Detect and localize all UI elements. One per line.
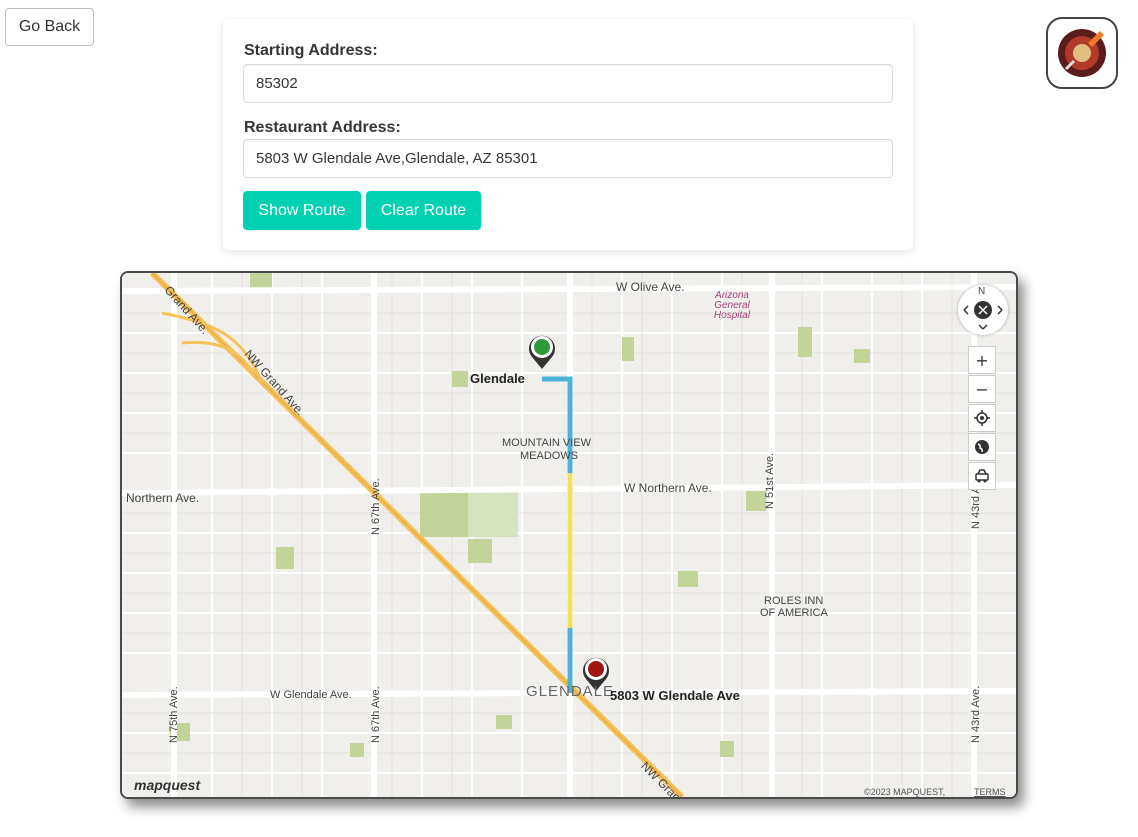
- map-style-button[interactable]: [968, 433, 996, 461]
- label-olive-ave: W Olive Ave.: [616, 280, 685, 294]
- clear-route-button[interactable]: Clear Route: [366, 191, 481, 230]
- label-mountain-view: MOUNTAIN VIEW: [502, 437, 592, 449]
- locate-button[interactable]: [968, 404, 996, 432]
- globe-icon: [975, 440, 989, 454]
- label-northern-ave-right: W Northern Ave.: [624, 481, 712, 495]
- restaurant-address-input[interactable]: 5803 W Glendale Ave,Glendale, AZ 85301: [243, 139, 893, 178]
- car-icon: [975, 469, 989, 483]
- compass-icon: [963, 301, 1003, 330]
- route-map[interactable]: W Olive Ave. Arizona General Hospital Gr…: [120, 271, 1018, 799]
- label-of-america: OF AMERICA: [760, 607, 828, 619]
- label-75th-ave: N 75th Ave.: [168, 686, 180, 743]
- label-hospital: Arizona General Hospital: [713, 290, 751, 321]
- label-roles-inn: ROLES INN: [764, 595, 824, 607]
- zoom-in-button[interactable]: +: [968, 346, 996, 374]
- locate-icon: [974, 410, 990, 426]
- label-meadows: MEADOWS: [520, 450, 579, 462]
- compass-control[interactable]: N: [958, 285, 1008, 335]
- starting-address-input[interactable]: 85302: [243, 64, 893, 103]
- label-51st-ave: N 51st Ave.: [764, 452, 776, 509]
- end-location-label: 5803 W Glendale Ave: [610, 688, 740, 703]
- label-67th-ave-upper: N 67th Ave.: [370, 478, 382, 535]
- map-terms-link[interactable]: TERMS: [974, 787, 1006, 797]
- map-copyright: ©2023 MAPQUEST,: [864, 787, 946, 797]
- starting-address-label: Starting Address:: [244, 42, 378, 59]
- go-back-button[interactable]: Go Back: [5, 8, 94, 46]
- start-location-label: Glendale: [470, 371, 525, 386]
- mapquest-logo: mapquest: [134, 777, 201, 793]
- traffic-button[interactable]: [968, 462, 996, 490]
- route-form: Starting Address: 85302 Restaurant Addre…: [223, 19, 913, 250]
- label-glendale-city: GLENDALE: [526, 683, 615, 700]
- label-43rd-ave-lower: N 43rd Ave.: [970, 685, 982, 743]
- restaurant-address-label: Restaurant Address:: [244, 119, 401, 136]
- label-67th-ave-lower: N 67th Ave.: [370, 686, 382, 743]
- restaurant-logo-icon: [1046, 17, 1118, 89]
- show-route-button[interactable]: Show Route: [243, 191, 361, 230]
- label-glendale-ave-left: W Glendale Ave.: [270, 689, 352, 701]
- label-northern-ave-left: Northern Ave.: [126, 491, 200, 505]
- zoom-out-button[interactable]: −: [968, 375, 996, 403]
